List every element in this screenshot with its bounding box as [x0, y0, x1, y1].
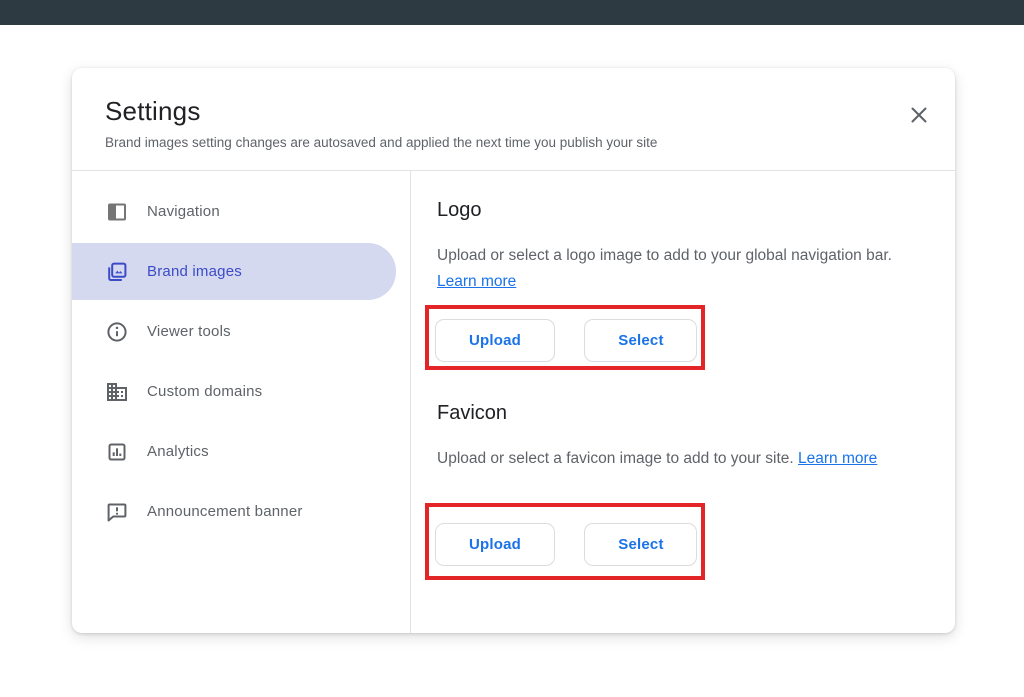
info-icon — [105, 320, 129, 344]
brand-images-icon — [105, 260, 129, 284]
settings-dialog: Settings Brand images setting changes ar… — [72, 68, 955, 633]
favicon-learn-more-link[interactable]: Learn more — [798, 450, 877, 467]
logo-upload-button[interactable]: Upload — [435, 319, 555, 362]
favicon-select-button[interactable]: Select — [584, 523, 697, 566]
logo-learn-more-link[interactable]: Learn more — [437, 273, 516, 290]
sidebar-item-label: Brand images — [147, 263, 242, 280]
sidebar-item-label: Navigation — [147, 203, 220, 220]
close-icon — [910, 106, 928, 124]
page-title: Settings — [105, 96, 201, 127]
favicon-section-heading: Favicon — [437, 402, 507, 425]
sidebar-item-label: Viewer tools — [147, 323, 231, 340]
navigation-icon — [105, 200, 129, 224]
settings-content: Logo Upload or select a logo image to ad… — [411, 170, 955, 633]
announcement-icon — [105, 500, 129, 524]
sidebar-item-label: Announcement banner — [147, 503, 303, 520]
logo-description-text: Upload or select a logo image to add to … — [437, 247, 892, 264]
favicon-description-text: Upload or select a favicon image to add … — [437, 450, 798, 467]
browser-top-bar — [0, 0, 1024, 25]
annotation-box-favicon-buttons: Upload Select — [425, 503, 705, 580]
logo-section-heading: Logo — [437, 199, 482, 222]
favicon-upload-button[interactable]: Upload — [435, 523, 555, 566]
logo-select-button[interactable]: Select — [584, 319, 697, 362]
sidebar-item-navigation[interactable]: Navigation — [72, 183, 396, 240]
dialog-subtitle: Brand images setting changes are autosav… — [105, 135, 657, 150]
logo-section-description: Upload or select a logo image to add to … — [437, 243, 909, 295]
sidebar-item-custom-domains[interactable]: Custom domains — [72, 363, 396, 420]
sidebar-item-label: Custom domains — [147, 383, 262, 400]
favicon-section-description: Upload or select a favicon image to add … — [437, 446, 909, 472]
analytics-icon — [105, 440, 129, 464]
close-button[interactable] — [906, 102, 932, 128]
building-icon — [105, 380, 129, 404]
sidebar-item-viewer-tools[interactable]: Viewer tools — [72, 303, 396, 360]
screen: Settings Brand images setting changes ar… — [0, 0, 1024, 697]
sidebar-item-analytics[interactable]: Analytics — [72, 423, 396, 480]
sidebar-item-brand-images[interactable]: Brand images — [72, 243, 396, 300]
sidebar-item-announcement-banner[interactable]: Announcement banner — [72, 483, 396, 540]
settings-sidebar: Navigation Brand images — [72, 171, 410, 633]
sidebar-item-label: Analytics — [147, 443, 209, 460]
annotation-box-logo-buttons: Upload Select — [425, 305, 705, 370]
